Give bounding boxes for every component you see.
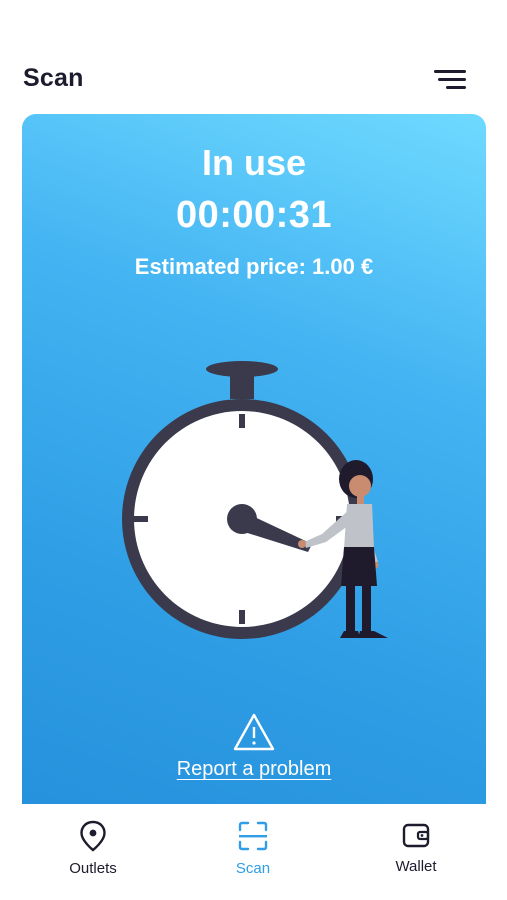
session-card: In use 00:00:31 Estimated price: 1.00 €: [22, 114, 486, 804]
app-root: Scan In use 00:00:31 Estimated price: 1.…: [0, 0, 507, 900]
bottom-nav: Outlets Scan Wallet: [0, 804, 507, 900]
nav-item-wallet[interactable]: Wallet: [361, 820, 471, 886]
report-problem-link[interactable]: Report a problem: [177, 758, 332, 780]
wallet-icon: [402, 823, 430, 848]
nav-item-scan[interactable]: Scan: [198, 820, 308, 886]
warning-triangle-icon[interactable]: [232, 712, 276, 752]
report-problem-row: Report a problem: [22, 758, 486, 781]
stopwatch-illustration: [122, 361, 388, 639]
page-title: Scan: [23, 64, 84, 92]
elapsed-timer: 00:00:31: [175, 194, 333, 236]
header: Scan: [0, 0, 507, 112]
nav-label-outlets: Outlets: [69, 860, 117, 877]
nav-item-outlets[interactable]: Outlets: [38, 820, 148, 886]
nav-label-wallet: Wallet: [395, 858, 437, 875]
nav-label-scan: Scan: [235, 860, 271, 877]
session-status: In use: [201, 142, 307, 183]
hamburger-menu-icon[interactable]: [432, 68, 466, 94]
estimated-price: Estimated price: 1.00 €: [134, 254, 374, 279]
scan-frame-icon: [238, 821, 268, 851]
location-pin-icon: [80, 820, 106, 852]
